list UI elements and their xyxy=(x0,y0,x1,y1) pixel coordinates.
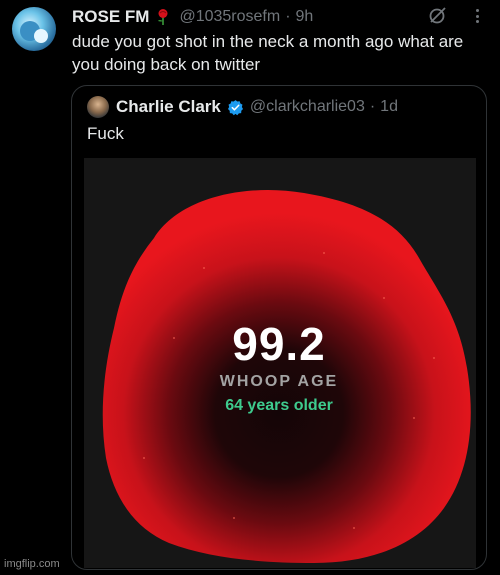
quoted-timestamp[interactable]: 1d xyxy=(380,98,398,116)
quoted-tweet-text: Fuck xyxy=(87,124,124,143)
quoted-avatar[interactable] xyxy=(87,96,109,118)
rose-icon xyxy=(158,9,168,25)
tweet-text: dude you got shot in the neck a month ag… xyxy=(72,32,464,74)
avatar[interactable] xyxy=(12,7,56,51)
more-icon[interactable] xyxy=(470,6,484,26)
timestamp[interactable]: 9h xyxy=(296,8,314,26)
tweet[interactable]: ROSE FM @1035rosefm · 9h dude you got sh… xyxy=(0,0,500,575)
quoted-media-image[interactable] xyxy=(84,158,476,568)
tweet-header: ROSE FM @1035rosefm · 9h xyxy=(72,6,313,28)
verified-icon xyxy=(227,99,243,115)
whoop-age-blob xyxy=(102,190,471,563)
quoted-display-name[interactable]: Charlie Clark xyxy=(116,97,221,117)
imgflip-watermark: imgflip.com xyxy=(4,558,60,570)
grok-icon[interactable] xyxy=(428,5,448,25)
quoted-handle[interactable]: @clarkcharlie03 xyxy=(250,98,365,116)
quoted-tweet[interactable]: Charlie Clark @clarkcharlie03 · 1d Fuck xyxy=(71,85,487,570)
quoted-separator-dot: · xyxy=(369,98,376,115)
separator-dot: · xyxy=(285,8,291,25)
quoted-tweet-header: Charlie Clark @clarkcharlie03 · 1d xyxy=(116,96,398,118)
handle[interactable]: @1035rosefm xyxy=(179,8,280,26)
display-name[interactable]: ROSE FM xyxy=(72,7,149,27)
